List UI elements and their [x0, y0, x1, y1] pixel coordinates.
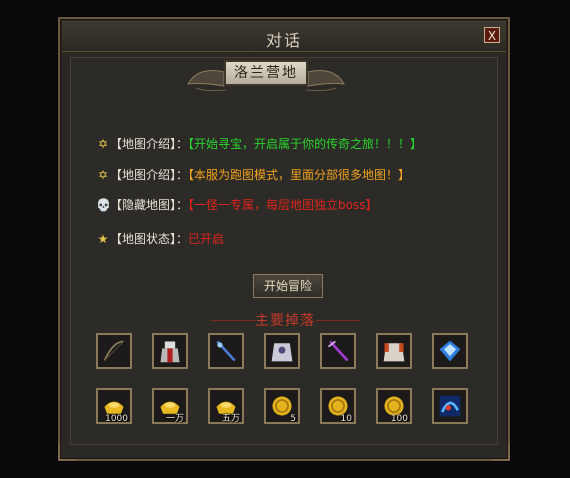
info-line-map-intro-2: ✡ 【地图介绍】：【本服为跑图模式，里面分部很多地图！】	[96, 166, 410, 183]
star-of-david-icon: ✡	[97, 168, 109, 182]
drop-slot-blue-staff[interactable]	[208, 333, 244, 369]
item-quantity: 1000	[105, 414, 128, 424]
drop-slot-mage-armor[interactable]	[152, 333, 188, 369]
map-name-banner: 洛兰营地	[186, 56, 346, 94]
drop-slot-bow[interactable]	[96, 333, 132, 369]
drop-slot-gold-coin[interactable]: 10	[320, 388, 356, 424]
bow-icon	[103, 340, 124, 361]
silver-armor-icon	[271, 343, 293, 362]
info-label: 【地图介绍】：	[110, 137, 189, 151]
blue-gem-icon	[439, 340, 461, 362]
drop-slot-gold-ingot[interactable]: 一万	[152, 388, 188, 424]
title-bar: 对话 X	[62, 21, 506, 52]
info-label: 【隐藏地图】：	[110, 198, 189, 212]
corner-ornament	[492, 443, 510, 461]
mage-armor-icon	[160, 341, 180, 363]
info-value: 【开始寻宝，开启属于你的传奇之旅！！！】	[188, 137, 423, 151]
drop-slot-blue-scroll[interactable]	[432, 388, 468, 424]
drop-slot-gold-ingot[interactable]: 五万	[208, 388, 244, 424]
corner-ornament	[58, 443, 76, 461]
red-armor-icon	[383, 343, 405, 362]
content-panel	[70, 57, 498, 445]
close-button[interactable]: X	[484, 27, 500, 43]
info-line-hidden-map: 💀【隐藏地图】：【一怪一专属，每层地图独立boss】	[96, 196, 377, 213]
star-icon: ★	[97, 232, 109, 246]
drop-slot-gold-coin[interactable]: 5	[264, 388, 300, 424]
info-value: 【一怪一专属，每层地图独立boss】	[188, 198, 378, 212]
item-quantity: 一万	[165, 414, 184, 424]
drop-slot-gold-coin[interactable]: 100	[376, 388, 412, 424]
item-quantity: 5	[290, 414, 296, 424]
drops-title: 主要掉落	[255, 313, 315, 329]
info-value: 【本服为跑图模式，里面分部很多地图！】	[188, 168, 411, 182]
blue-staff-icon	[216, 340, 236, 362]
item-quantity: 100	[390, 414, 408, 424]
drop-slot-silver-armor[interactable]	[264, 333, 300, 369]
info-label: 【地图状态】：	[110, 232, 189, 246]
info-value: 已开启	[188, 232, 225, 246]
drop-slot-purple-sword[interactable]	[320, 333, 356, 369]
blue-scroll-icon	[439, 395, 461, 417]
info-line-map-intro-1: ✡ 【地图介绍】：【开始寻宝，开启属于你的传奇之旅！！！】	[96, 135, 422, 152]
drop-slot-blue-gem[interactable]	[432, 333, 468, 369]
skull-icon: 💀	[96, 198, 111, 212]
star-of-david-icon: ✡	[97, 137, 109, 151]
drop-slot-red-armor[interactable]	[376, 333, 412, 369]
window-title: 对话	[265, 31, 302, 50]
item-quantity: 五万	[221, 414, 240, 424]
start-adventure-button[interactable]: 开始冒险	[253, 274, 323, 298]
drop-slot-gold-ingot[interactable]: 1000	[96, 388, 132, 424]
map-name-label: 洛兰营地	[224, 60, 308, 86]
item-quantity: 10	[340, 414, 352, 424]
info-line-map-status: ★ 【地图状态】：已开启	[96, 230, 224, 247]
purple-sword-icon	[327, 340, 349, 362]
info-label: 【地图介绍】：	[110, 168, 189, 182]
